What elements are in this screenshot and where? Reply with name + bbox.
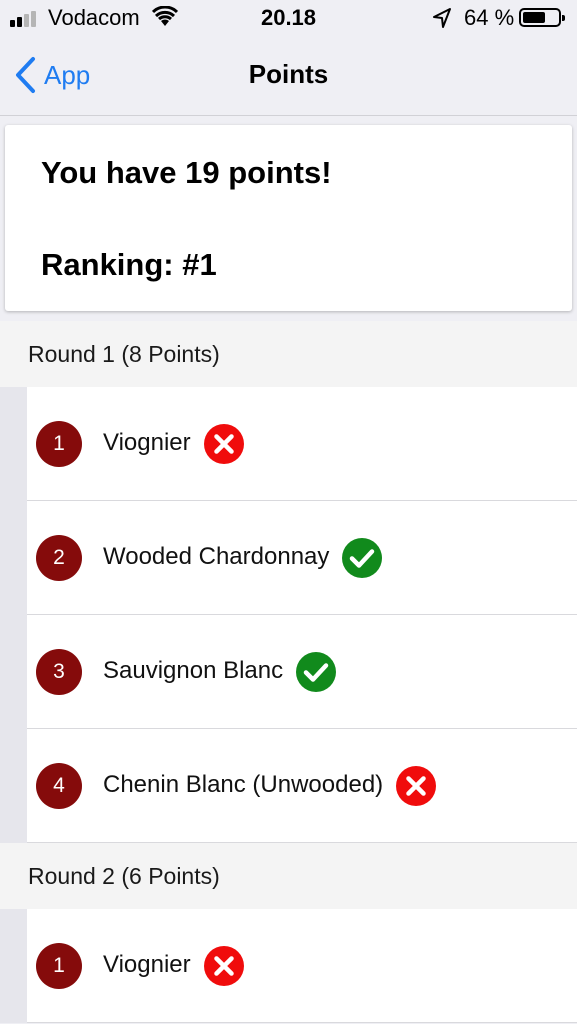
row-indent-strip bbox=[0, 909, 27, 1023]
item-number-badge: 3 bbox=[36, 649, 82, 695]
list-item[interactable]: 2 Wooded Chardonnay bbox=[27, 501, 577, 615]
page-title: Points bbox=[248, 59, 329, 89]
list-item[interactable]: 1 Viognier bbox=[27, 909, 577, 1023]
list-item[interactable]: 4 Chenin Blanc (Unwooded) bbox=[27, 729, 577, 843]
navigation-bar: App Points bbox=[0, 38, 577, 116]
item-number-badge: 4 bbox=[36, 763, 82, 809]
location-arrow-icon bbox=[433, 8, 451, 28]
list-item[interactable]: 3 Sauvignon Blanc bbox=[27, 615, 577, 729]
ranking: Ranking: #1 bbox=[41, 247, 217, 282]
wine-name: Viognier bbox=[103, 951, 191, 978]
cross-icon bbox=[204, 946, 244, 986]
status-bar: Vodacom 20.18 64 % bbox=[0, 0, 577, 38]
item-number-badge: 1 bbox=[36, 421, 82, 467]
item-number-badge: 1 bbox=[36, 943, 82, 989]
points-summary-card: You have 19 points! Ranking: #1 bbox=[5, 125, 572, 311]
cross-icon bbox=[204, 424, 244, 464]
list-item[interactable]: 1 Viognier bbox=[27, 387, 577, 501]
checkmark-icon bbox=[342, 538, 382, 578]
round-header: Round 1 (8 Points) bbox=[0, 321, 577, 387]
wine-name: Wooded Chardonnay bbox=[103, 543, 330, 570]
battery-percent: 64 % bbox=[464, 5, 515, 30]
round-header-label: Round 1 (8 Points) bbox=[28, 341, 220, 367]
checkmark-icon bbox=[296, 652, 336, 692]
wine-name: Chenin Blanc (Unwooded) bbox=[103, 771, 384, 798]
item-number-badge: 2 bbox=[36, 535, 82, 581]
row-indent-strip bbox=[0, 387, 27, 843]
cross-icon bbox=[396, 766, 436, 806]
round-header: Round 2 (6 Points) bbox=[0, 843, 577, 909]
points-total: You have 19 points! bbox=[41, 155, 332, 190]
wine-name: Viognier bbox=[103, 429, 191, 456]
battery-icon bbox=[519, 8, 565, 27]
round-header-label: Round 2 (6 Points) bbox=[28, 863, 220, 889]
wine-name: Sauvignon Blanc bbox=[103, 657, 284, 684]
